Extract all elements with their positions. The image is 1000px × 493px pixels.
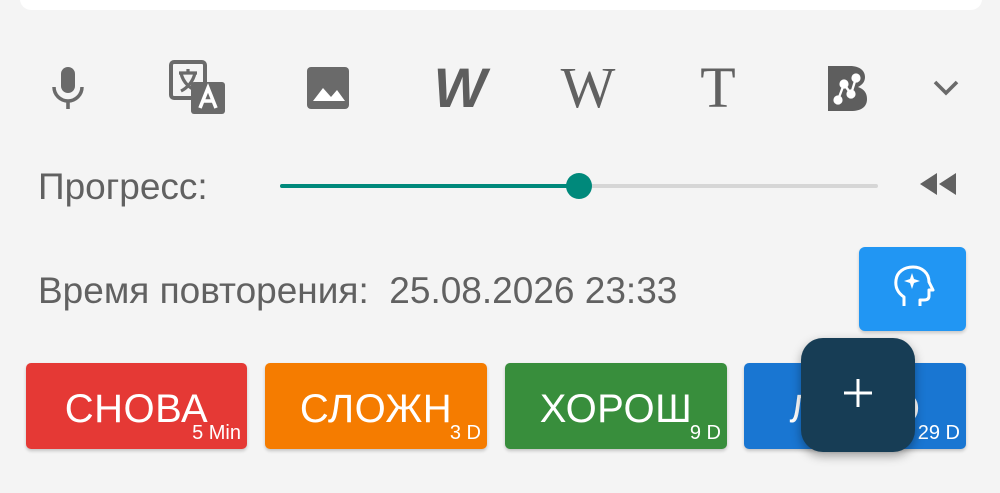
b-network-icon [824,64,870,112]
card-editor-screen: W W T Прогресс: Время повторения: 25.08.… [0,0,1000,493]
rewind-button[interactable] [914,168,962,204]
answer-interval: 3 D [449,422,481,444]
answer-interval: 29 D [917,422,960,444]
text-button[interactable]: T [686,58,750,118]
plus-icon [841,376,875,415]
image-button[interactable] [296,58,360,118]
ai-brain-button[interactable] [859,247,966,331]
toolbar: W W T [0,58,1000,118]
review-time-value: 25.08.2026 23:33 [389,270,678,311]
progress-label: Прогресс: [38,166,208,207]
translate-button[interactable] [165,58,229,118]
wiktionary-icon: W [433,56,487,119]
translate-icon [167,60,227,116]
rewind-icon [918,171,958,202]
microphone-button[interactable] [36,58,100,118]
text-icon: T [700,55,736,120]
answer-interval: 5 Min [192,422,241,444]
content-card [20,0,982,10]
add-fab-button[interactable] [801,338,915,452]
image-icon [305,65,351,111]
chevron-down-icon [931,78,961,98]
more-tools-button[interactable] [914,58,978,118]
slider-thumb[interactable] [566,173,592,199]
answer-interval: 9 D [689,422,721,444]
brain-sparkle-icon [890,264,936,315]
wikipedia-icon: W [560,55,616,120]
microphone-icon [51,65,85,111]
progress-slider[interactable] [280,172,878,200]
review-time-label: Время повторения: [38,270,369,311]
answer-good-button[interactable]: ХОРОШ 9 D [505,363,727,449]
wikipedia-button[interactable]: W [556,58,620,118]
review-time: Время повторения: 25.08.2026 23:33 [38,270,677,312]
answer-hard-button[interactable]: СЛОЖН 3 D [265,363,487,449]
slider-fill [280,184,579,188]
b-network-button[interactable] [815,58,879,118]
wiktionary-button[interactable]: W [426,58,490,118]
answer-again-button[interactable]: СНОВА 5 Min [26,363,247,449]
